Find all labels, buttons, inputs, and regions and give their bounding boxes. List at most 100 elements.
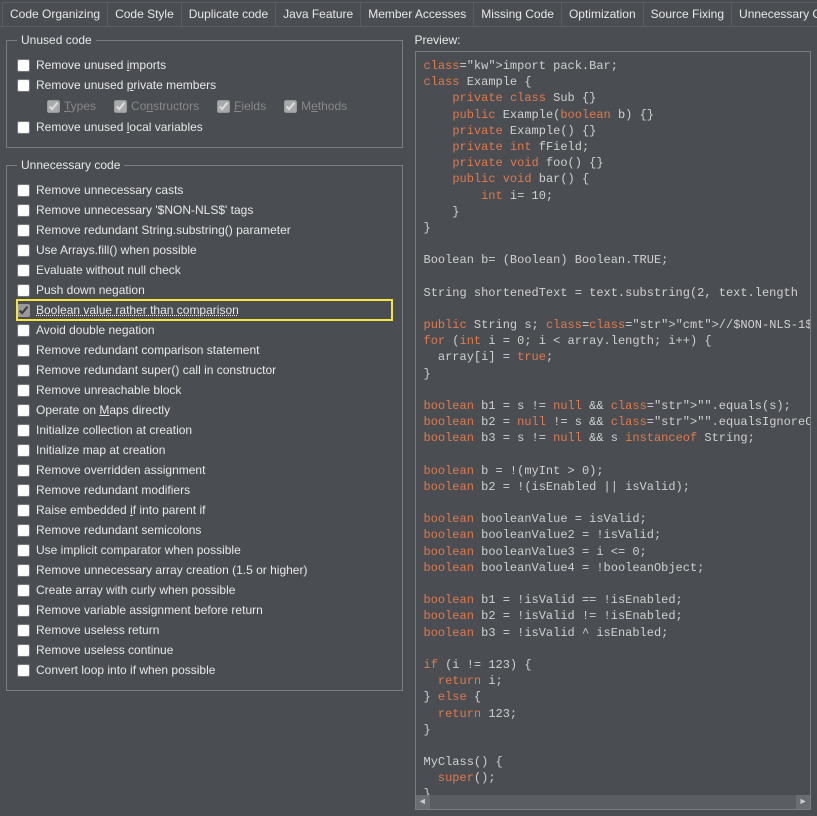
unused-sub-3: Methods <box>284 99 347 113</box>
unnecessary-checkbox-16[interactable] <box>17 504 30 517</box>
unused-check-2[interactable]: Remove unused local variables <box>17 117 392 137</box>
unused-legend: Unused code <box>17 33 96 47</box>
unnecessary-checkbox-23[interactable] <box>17 644 30 657</box>
unused-label-0: Remove unused imports <box>36 58 166 72</box>
unnecessary-checkbox-5[interactable] <box>17 284 30 297</box>
tab-code-style[interactable]: Code Style <box>107 2 182 26</box>
unused-sub-1: Constructors <box>114 99 199 113</box>
unnecessary-check-17[interactable]: Remove redundant semicolons <box>17 520 392 540</box>
unnecessary-checkbox-6[interactable] <box>17 304 30 317</box>
unnecessary-label-0: Remove unnecessary casts <box>36 183 183 197</box>
unused-sub-checkbox-1 <box>114 100 127 113</box>
unnecessary-checkbox-17[interactable] <box>17 524 30 537</box>
unnecessary-checkbox-14[interactable] <box>17 464 30 477</box>
unnecessary-checkbox-18[interactable] <box>17 544 30 557</box>
unnecessary-check-8[interactable]: Remove redundant comparison statement <box>17 340 392 360</box>
unnecessary-label-15: Remove redundant modifiers <box>36 483 190 497</box>
unnecessary-checkbox-12[interactable] <box>17 424 30 437</box>
unnecessary-check-19[interactable]: Remove unnecessary array creation (1.5 o… <box>17 560 392 580</box>
unused-sub-checkbox-2 <box>217 100 230 113</box>
unnecessary-label-17: Remove redundant semicolons <box>36 523 201 537</box>
unused-sub-row: TypesConstructorsFieldsMethods <box>17 95 392 117</box>
unnecessary-checkbox-21[interactable] <box>17 604 30 617</box>
scroll-left-icon[interactable]: ◄ <box>416 795 430 809</box>
tab-optimization[interactable]: Optimization <box>561 2 644 26</box>
unnecessary-check-15[interactable]: Remove redundant modifiers <box>17 480 392 500</box>
tab-source-fixing[interactable]: Source Fixing <box>643 2 732 26</box>
scroll-right-icon[interactable]: ► <box>796 795 810 809</box>
unnecessary-code-group: Unnecessary code Remove unnecessary cast… <box>6 158 403 691</box>
right-panel: Preview: class="kw">import pack.Bar; cla… <box>409 27 817 816</box>
unnecessary-check-5[interactable]: Push down negation <box>17 280 392 300</box>
unnecessary-check-9[interactable]: Remove redundant super() call in constru… <box>17 360 392 380</box>
unnecessary-checkbox-0[interactable] <box>17 184 30 197</box>
unnecessary-checkbox-1[interactable] <box>17 204 30 217</box>
unnecessary-check-11[interactable]: Operate on Maps directly <box>17 400 392 420</box>
unnecessary-checkbox-10[interactable] <box>17 384 30 397</box>
unused-check-0[interactable]: Remove unused imports <box>17 55 392 75</box>
unnecessary-check-23[interactable]: Remove useless continue <box>17 640 392 660</box>
unnecessary-label-8: Remove redundant comparison statement <box>36 343 259 357</box>
unnecessary-check-14[interactable]: Remove overridden assignment <box>17 460 392 480</box>
unnecessary-checkbox-19[interactable] <box>17 564 30 577</box>
unnecessary-checkbox-24[interactable] <box>17 664 30 677</box>
unnecessary-checkbox-20[interactable] <box>17 584 30 597</box>
unnecessary-check-4[interactable]: Evaluate without null check <box>17 260 392 280</box>
unnecessary-label-5: Push down negation <box>36 283 145 297</box>
unnecessary-check-3[interactable]: Use Arrays.fill() when possible <box>17 240 392 260</box>
tab-member-accesses[interactable]: Member Accesses <box>360 2 474 26</box>
preview-h-scrollbar[interactable]: ◄► <box>416 795 811 809</box>
unnecessary-label-14: Remove overridden assignment <box>36 463 205 477</box>
unused-checkbox-2[interactable] <box>17 121 30 134</box>
tab-duplicate-code[interactable]: Duplicate code <box>181 2 276 26</box>
unnecessary-label-20: Create array with curly when possible <box>36 583 235 597</box>
tab-code-organizing[interactable]: Code Organizing <box>2 2 108 26</box>
unused-sub-checkbox-3 <box>284 100 297 113</box>
unnecessary-checkbox-4[interactable] <box>17 264 30 277</box>
unnecessary-check-18[interactable]: Use implicit comparator when possible <box>17 540 392 560</box>
tab-unnecessary-code[interactable]: Unnecessary Code <box>731 2 817 26</box>
unnecessary-label-3: Use Arrays.fill() when possible <box>36 243 197 257</box>
unnecessary-checkbox-15[interactable] <box>17 484 30 497</box>
unused-check-1[interactable]: Remove unused private members <box>17 75 392 95</box>
unnecessary-check-1[interactable]: Remove unnecessary '$NON-NLS$' tags <box>17 200 392 220</box>
left-panel: Unused code Remove unused imports Remove … <box>0 27 409 816</box>
unnecessary-checkbox-11[interactable] <box>17 404 30 417</box>
unnecessary-checkbox-13[interactable] <box>17 444 30 457</box>
unused-checkbox-1[interactable] <box>17 79 30 92</box>
unnecessary-checkbox-2[interactable] <box>17 224 30 237</box>
unnecessary-check-10[interactable]: Remove unreachable block <box>17 380 392 400</box>
tab-java-feature[interactable]: Java Feature <box>275 2 361 26</box>
tab-missing-code[interactable]: Missing Code <box>473 2 562 26</box>
unnecessary-check-6[interactable]: Boolean value rather than comparison <box>17 300 392 320</box>
unnecessary-check-22[interactable]: Remove useless return <box>17 620 392 640</box>
unnecessary-checkbox-22[interactable] <box>17 624 30 637</box>
unnecessary-label-4: Evaluate without null check <box>36 263 181 277</box>
unused-checkbox-0[interactable] <box>17 59 30 72</box>
unnecessary-check-13[interactable]: Initialize map at creation <box>17 440 392 460</box>
unnecessary-checkbox-9[interactable] <box>17 364 30 377</box>
unnecessary-check-7[interactable]: Avoid double negation <box>17 320 392 340</box>
unused-sub-0: Types <box>47 99 96 113</box>
unnecessary-checkbox-7[interactable] <box>17 324 30 337</box>
unused-label-2: Remove unused local variables <box>36 120 203 134</box>
unnecessary-legend: Unnecessary code <box>17 158 124 172</box>
unnecessary-label-12: Initialize collection at creation <box>36 423 192 437</box>
unused-code-group: Unused code Remove unused imports Remove … <box>6 33 403 148</box>
unnecessary-label-9: Remove redundant super() call in constru… <box>36 363 276 377</box>
unnecessary-check-0[interactable]: Remove unnecessary casts <box>17 180 392 200</box>
unnecessary-label-13: Initialize map at creation <box>36 443 165 457</box>
unnecessary-check-24[interactable]: Convert loop into if when possible <box>17 660 392 680</box>
code-preview[interactable]: class="kw">import pack.Bar; class Exampl… <box>415 51 812 810</box>
unnecessary-label-21: Remove variable assignment before return <box>36 603 263 617</box>
unnecessary-check-2[interactable]: Remove redundant String.substring() para… <box>17 220 392 240</box>
unnecessary-label-23: Remove useless continue <box>36 643 173 657</box>
unnecessary-check-20[interactable]: Create array with curly when possible <box>17 580 392 600</box>
unnecessary-checkbox-3[interactable] <box>17 244 30 257</box>
unnecessary-check-12[interactable]: Initialize collection at creation <box>17 420 392 440</box>
unnecessary-check-16[interactable]: Raise embedded if into parent if <box>17 500 392 520</box>
unnecessary-checkbox-8[interactable] <box>17 344 30 357</box>
unused-sub-checkbox-0 <box>47 100 60 113</box>
unnecessary-label-2: Remove redundant String.substring() para… <box>36 223 291 237</box>
unnecessary-check-21[interactable]: Remove variable assignment before return <box>17 600 392 620</box>
